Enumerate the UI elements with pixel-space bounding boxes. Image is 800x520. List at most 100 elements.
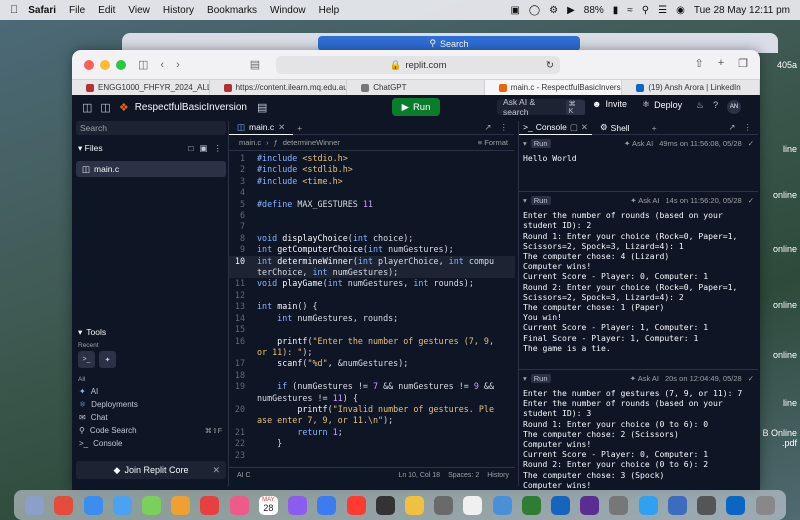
dock-app-icon[interactable]	[375, 495, 395, 515]
status-icon[interactable]: ⚙	[549, 5, 558, 16]
code-line[interactable]: 2 #include <stdlib.h>	[229, 164, 515, 175]
share-icon[interactable]: ⇧	[694, 57, 703, 70]
tool-ai[interactable]: ✦ AI	[76, 385, 226, 398]
code-line[interactable]: 10 int determineWinner(int playerChoice, …	[229, 255, 515, 279]
status-icon[interactable]: ▣	[510, 5, 519, 16]
editor-tab-main-c[interactable]: ◫ main.c ✕	[229, 121, 294, 135]
dock-app-icon[interactable]	[667, 495, 687, 515]
dock-app-icon[interactable]	[551, 495, 571, 515]
breadcrumb-file[interactable]: main.c	[239, 138, 261, 147]
browser-tab[interactable]: ChatGPT	[347, 80, 485, 95]
add-tab-icon[interactable]: +	[297, 123, 302, 133]
cursor-position[interactable]: Ln 10, Col 18	[398, 472, 440, 479]
language-indicator[interactable]: AI C	[237, 472, 251, 479]
address-bar[interactable]: 🔒 replit.com ↻	[276, 56, 560, 74]
back-icon[interactable]: ‹	[160, 59, 164, 71]
dock-app-icon[interactable]	[755, 495, 775, 515]
control-center-icon[interactable]: ☰	[658, 5, 667, 16]
siri-icon[interactable]: ◉	[676, 5, 685, 16]
dock-app-icon[interactable]	[141, 495, 161, 515]
code-line[interactable]: 3 #include <time.h>	[229, 176, 515, 187]
code-line[interactable]: 21 return 1;	[229, 427, 515, 438]
menu-help[interactable]: Help	[319, 5, 340, 16]
code-line[interactable]: 5 #define MAX_GESTURES 11	[229, 199, 515, 210]
close-icon[interactable]: ✕	[278, 122, 285, 133]
history-button[interactable]: History	[487, 472, 509, 479]
run-button[interactable]: ▶ Run	[392, 98, 440, 116]
dock-app-icon[interactable]	[83, 495, 103, 515]
add-tab-icon[interactable]: +	[652, 123, 657, 133]
background-search-button[interactable]: ⚲ Search	[318, 36, 580, 51]
tool-chat[interactable]: ✉ Chat	[76, 411, 226, 424]
tab-console[interactable]: >_ Console ▢ ✕	[519, 121, 593, 135]
dock-app-icon[interactable]	[609, 495, 629, 515]
code-line[interactable]: 14 int numGestures, rounds;	[229, 313, 515, 324]
chevron-down-icon[interactable]: ▾	[523, 139, 527, 148]
layout-icon[interactable]: ◫	[100, 101, 110, 114]
help-icon[interactable]: ?	[713, 100, 718, 114]
code-line[interactable]: 4	[229, 187, 515, 198]
new-folder-icon[interactable]: ▣	[199, 143, 207, 154]
expand-icon[interactable]: ↗	[728, 122, 735, 133]
sidebar-search-input[interactable]: Search	[76, 121, 226, 135]
chevron-down-icon[interactable]: ▾	[523, 374, 527, 383]
tab-overview-icon[interactable]: ❐	[738, 57, 748, 70]
new-tab-icon[interactable]: +	[718, 57, 724, 70]
dock-app-icon[interactable]	[346, 495, 366, 515]
code-line[interactable]: 13 int main() {	[229, 301, 515, 312]
code-line[interactable]: 11 void playGame(int numGestures, int rou…	[229, 278, 515, 289]
forward-icon[interactable]: ›	[176, 59, 180, 71]
apple-icon[interactable]: 	[10, 4, 18, 16]
tab-shell[interactable]: ⚙ Shell	[596, 121, 634, 135]
code-line[interactable]: 22 }	[229, 438, 515, 449]
console-tool-icon[interactable]: >_	[78, 351, 95, 368]
menu-app[interactable]: Safari	[28, 5, 56, 16]
code-line[interactable]: 9 int getComputerChoice(int numGestures);	[229, 244, 515, 255]
code-line[interactable]: 8 void displayChoice(int choice);	[229, 233, 515, 244]
sidebar-toggle-icon[interactable]: ◫	[138, 58, 148, 71]
new-file-icon[interactable]: □	[188, 143, 193, 154]
browser-tab[interactable]: ENGG1000_FHFYR_2024_ALL_U...	[72, 80, 210, 95]
sidebar-toggle-icon[interactable]: ◫	[82, 101, 92, 114]
code-line[interactable]: 19 if (numGestures != 7 && numGestures !…	[229, 381, 515, 404]
status-icon[interactable]: ◯	[529, 5, 540, 16]
ask-ai-search[interactable]: Ask AI & search ⌘ K	[497, 97, 585, 117]
clock[interactable]: Tue 28 May 12:11 pm	[694, 5, 790, 16]
dock-app-icon[interactable]	[200, 495, 220, 515]
more-icon[interactable]: ⋮	[500, 122, 509, 133]
code-line[interactable]: 20 printf("Invalid number of gestures. P…	[229, 404, 515, 427]
browser-tab[interactable]: (19) Ansh Arora | LinkedIn	[622, 80, 760, 95]
battery-icon[interactable]: ▮	[613, 5, 619, 16]
repl-name[interactable]: RespectfulBasicInversion	[135, 102, 247, 113]
ask-ai-button[interactable]: ✦ Ask AI	[630, 196, 659, 205]
code-line[interactable]: 18	[229, 370, 515, 381]
dock-app-icon[interactable]	[697, 495, 717, 515]
indent-setting[interactable]: Spaces: 2	[448, 472, 479, 479]
dock-app-icon[interactable]	[112, 495, 132, 515]
play-icon[interactable]: ▶	[567, 5, 575, 16]
ask-ai-button[interactable]: ✦ Ask AI	[624, 139, 653, 148]
code-line[interactable]: 6	[229, 210, 515, 221]
more-icon[interactable]: ⋮	[744, 122, 753, 133]
dock-app-icon[interactable]	[171, 495, 191, 515]
dock-app-icon[interactable]	[25, 495, 45, 515]
format-button[interactable]: ≡ Format	[478, 138, 508, 147]
dock-app-icon[interactable]	[317, 495, 337, 515]
tools-header[interactable]: ▾ Tools	[76, 325, 226, 339]
menu-view[interactable]: View	[128, 5, 150, 16]
dock-app-icon[interactable]	[229, 495, 249, 515]
dock-app-icon[interactable]	[288, 495, 308, 515]
code-line[interactable]: 17 scanf("%d", &numGestures);	[229, 358, 515, 369]
dock-app-icon[interactable]	[54, 495, 74, 515]
menu-history[interactable]: History	[163, 5, 194, 16]
file-item-main-c[interactable]: ◫ main.c	[76, 161, 226, 177]
tab-group-icon[interactable]: ▤	[250, 58, 260, 71]
replit-logo-icon[interactable]: ❖	[119, 101, 129, 114]
tool-deployments[interactable]: ⚛ Deployments	[76, 398, 226, 411]
dock-app-icon[interactable]	[580, 495, 600, 515]
calendar-icon[interactable]: MAY 28	[258, 495, 278, 515]
menu-edit[interactable]: Edit	[98, 5, 115, 16]
browser-tab[interactable]: https://content.ilearn.mq.edu.au/4...	[210, 80, 348, 95]
dock-app-icon[interactable]	[638, 495, 658, 515]
close-icon[interactable]: ✕	[212, 465, 220, 476]
